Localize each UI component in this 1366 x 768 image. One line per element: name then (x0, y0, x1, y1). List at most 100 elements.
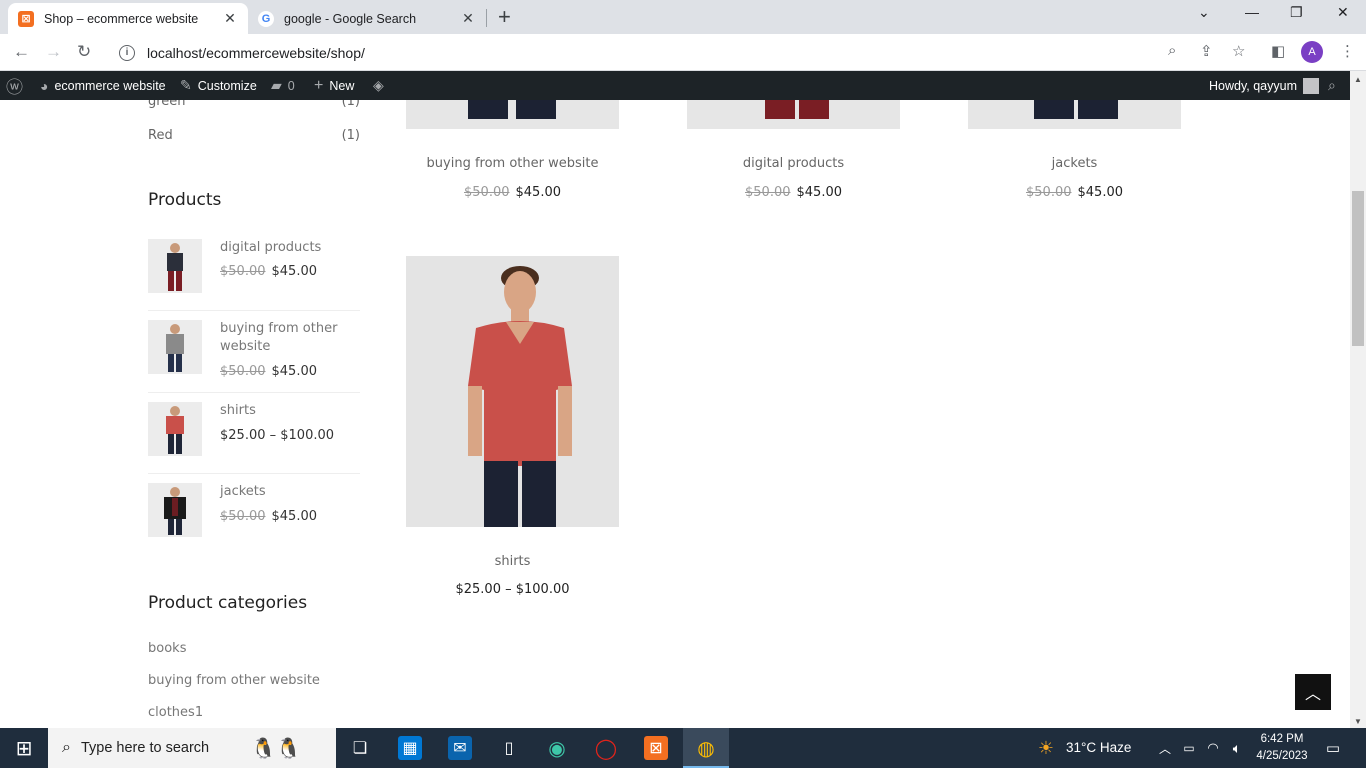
tab-shop[interactable]: ⊠ Shop – ecommerce website ✕ (8, 3, 248, 34)
profile-avatar[interactable]: A (1301, 41, 1323, 63)
sidebar-product-shirts[interactable]: shirts $25.00 – $100.00 (148, 402, 360, 462)
close-tab-icon[interactable]: ✕ (460, 10, 476, 27)
new-tab-icon[interactable]: + (498, 6, 511, 28)
side-panel-icon[interactable]: ◧ (1271, 42, 1285, 60)
store-icon[interactable]: ▦ (398, 736, 422, 760)
sidebar-product-buying-from-other-website[interactable]: buying from other website $50.00 $45.00 (148, 320, 360, 380)
restore-icon[interactable]: ❐ (1290, 4, 1303, 21)
product-price: $25.00 – $100.00 (220, 428, 335, 443)
old-price: $50.00 (745, 185, 791, 200)
filter-name: Red (148, 128, 173, 143)
scrollbar-thumb[interactable] (1352, 191, 1364, 346)
howdy-label: Howdy, qayyum (1209, 78, 1297, 93)
category-link-clothes1[interactable]: clothes1 (148, 705, 203, 720)
back-icon[interactable]: ← (13, 42, 30, 62)
sidebar-product-digital-products[interactable]: digital products $50.00 $45.00 (148, 239, 360, 299)
new-label: New (329, 78, 355, 93)
forward-icon[interactable]: → (45, 42, 62, 62)
tab-title: Shop – ecommerce website (44, 11, 199, 26)
my-account-link[interactable]: Howdy, qayyum (1209, 71, 1319, 100)
admin-search-icon[interactable]: ⌕ (1328, 71, 1342, 100)
site-info-icon[interactable]: i (119, 44, 135, 61)
windows-start-icon[interactable]: ⊞ (12, 736, 36, 760)
comments-link[interactable]: ▰ 0 (271, 71, 295, 100)
sale-price: $45.00 (271, 264, 318, 279)
wordpress-logo-icon[interactable]: ⓦ (6, 71, 29, 100)
reload-icon[interactable]: ↻ (77, 42, 91, 62)
close-tab-icon[interactable]: ✕ (222, 10, 238, 27)
new-content-link[interactable]: + New (314, 71, 354, 100)
share-icon[interactable]: ⇪ (1200, 42, 1213, 60)
filter-name: green (148, 100, 186, 109)
minimize-icon[interactable]: — (1245, 4, 1259, 20)
product-thumbnail[interactable] (148, 320, 202, 374)
search-icon: ⌕ (62, 739, 71, 756)
product-name-link[interactable]: buying from other website (220, 320, 360, 356)
tab-search-icon[interactable]: ⌄ (1198, 4, 1210, 21)
old-price: $50.00 (220, 364, 266, 379)
zoom-icon[interactable]: ⌕ (1168, 42, 1176, 59)
plugin-diamond-icon[interactable]: ◈ (373, 71, 390, 100)
site-name-link[interactable]: ◕ ecommerce website (40, 71, 166, 100)
filter-count: (1) (341, 128, 360, 143)
scroll-down-arrow-icon[interactable]: ▼ (1354, 717, 1362, 726)
dashboard-icon: ◕ (40, 77, 49, 94)
url-text[interactable]: localhost/ecommercewebsite/shop/ (147, 45, 365, 61)
product-thumbnail[interactable] (148, 239, 202, 293)
tab-divider (486, 9, 487, 27)
product-title-link[interactable]: jackets (968, 156, 1181, 171)
network-icon[interactable]: ◠ (1201, 736, 1225, 760)
page-scrollbar[interactable]: ▲ ▼ (1350, 71, 1366, 728)
weather-text[interactable]: 31°C Haze (1066, 740, 1131, 755)
product-image[interactable] (968, 100, 1181, 129)
product-title-link[interactable]: buying from other website (406, 156, 619, 171)
bookmark-star-icon[interactable]: ☆ (1232, 42, 1245, 60)
color-filter-green[interactable]: green (1) (148, 100, 360, 109)
product-price: $50.00 $45.00 (968, 185, 1181, 200)
weather-icon[interactable]: ☀ (1034, 736, 1058, 760)
edge-icon[interactable]: ◉ (545, 736, 569, 760)
product-thumbnail[interactable] (148, 483, 202, 537)
penguins-illustration-icon: 🐧🐧 (251, 737, 301, 760)
customize-link[interactable]: ✎ Customize (180, 71, 257, 100)
scroll-to-top-button[interactable]: ︿ (1295, 674, 1331, 710)
mail-icon[interactable]: ✉ (448, 736, 472, 760)
wp-admin-bar: ⓦ ◕ ecommerce website ✎ Customize ▰ 0 + … (0, 71, 1366, 100)
product-price: $50.00 $45.00 (220, 264, 317, 279)
product-image-shirts[interactable] (406, 256, 619, 527)
product-thumbnail[interactable] (148, 402, 202, 456)
product-name-link[interactable]: digital products (220, 239, 360, 257)
clock[interactable]: 6:42 PM 4/25/2023 (1251, 731, 1313, 765)
chrome-taskbar-button[interactable]: ◍ (683, 728, 729, 768)
battery-icon[interactable]: ▭ (1177, 736, 1201, 760)
color-filter-red[interactable]: Red (1) (148, 128, 360, 143)
opera-icon[interactable]: ◯ (594, 736, 618, 760)
product-name-link[interactable]: jackets (220, 483, 360, 501)
brush-icon: ✎ (180, 77, 192, 93)
product-title-link[interactable]: shirts (406, 554, 619, 569)
scroll-up-arrow-icon[interactable]: ▲ (1354, 75, 1362, 84)
address-bar[interactable]: i localhost/ecommercewebsite/shop/ (110, 38, 1260, 67)
sidebar-product-jackets[interactable]: jackets $50.00 $45.00 (148, 483, 360, 543)
product-name-link[interactable]: shirts (220, 402, 360, 420)
task-view-icon[interactable]: ❏ (348, 736, 372, 760)
xampp-icon[interactable]: ⊠ (644, 736, 668, 760)
tab-google[interactable]: G google - Google Search ✕ (248, 3, 486, 34)
product-price: $50.00 $45.00 (687, 185, 900, 200)
menu-kebab-icon[interactable]: ⋮ (1340, 42, 1355, 60)
notification-icon[interactable]: ▭ (1321, 736, 1345, 760)
volume-icon[interactable]: 🔈︎ (1225, 736, 1249, 760)
sale-price: $45.00 (271, 509, 318, 524)
windows-taskbar: ⊞ ⌕ Type here to search 🐧🐧 ❏ ▦ ✉ ▯ ◉ ◯ ⊠… (0, 728, 1366, 768)
category-link-buying-from-other-website[interactable]: buying from other website (148, 673, 320, 688)
file-icon[interactable]: ▯ (497, 736, 521, 760)
google-icon: G (258, 10, 274, 27)
category-link-books[interactable]: books (148, 641, 186, 656)
product-image[interactable] (406, 100, 619, 129)
product-image[interactable] (687, 100, 900, 129)
comments-count: 0 (287, 78, 295, 93)
product-title-link[interactable]: digital products (687, 156, 900, 171)
taskbar-search-box[interactable]: ⌕ Type here to search 🐧🐧 (48, 728, 336, 768)
close-window-icon[interactable]: ✕ (1337, 4, 1349, 21)
chevron-up-icon[interactable]: ︿ (1153, 736, 1177, 760)
